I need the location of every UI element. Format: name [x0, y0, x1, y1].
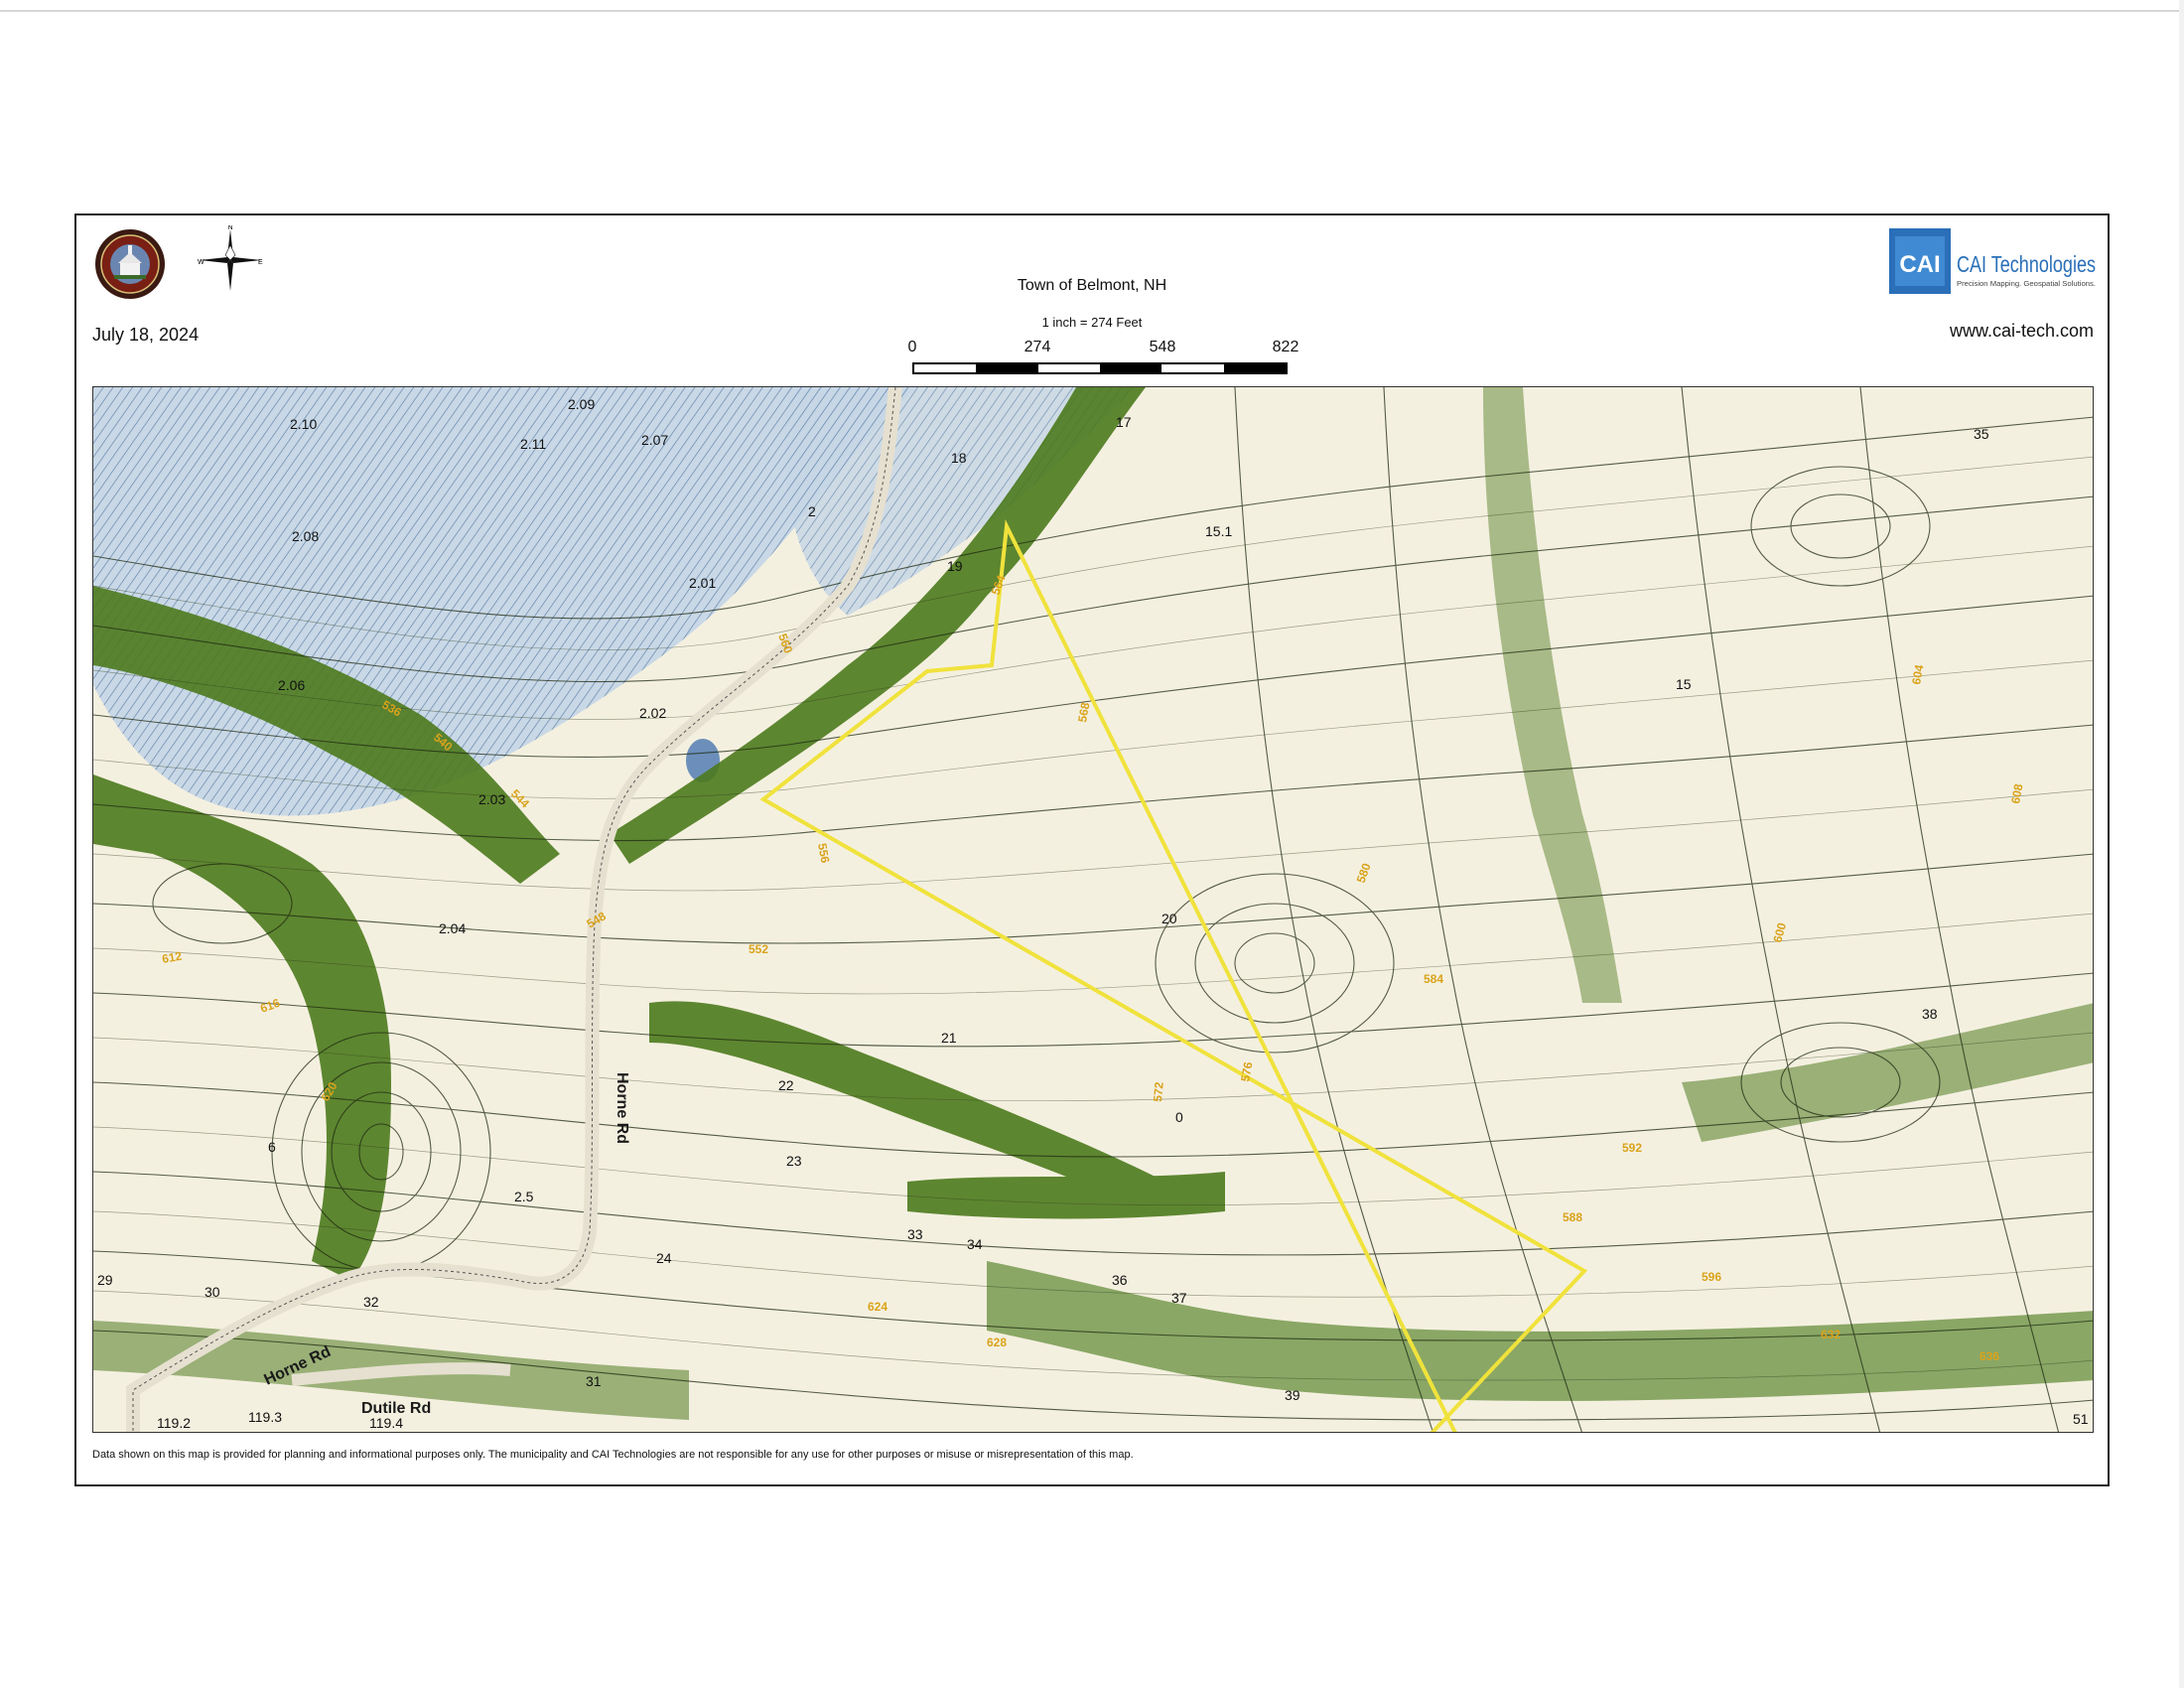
parcel-label: 24 [656, 1250, 672, 1266]
parcel-label: 2.02 [639, 705, 666, 721]
map-disclaimer: Data shown on this map is provided for p… [92, 1449, 1134, 1461]
logo-company-name: CAI Technologies [1957, 251, 2096, 277]
parcel-label: 2.10 [290, 416, 317, 432]
parcel-label: 2.09 [568, 396, 595, 412]
scale-label-2: 548 [1149, 339, 1176, 355]
contour-label: 628 [987, 1336, 1007, 1349]
scale-ratio: 1 inch = 274 Feet [1041, 315, 1143, 330]
contour-label: 592 [1622, 1141, 1642, 1155]
parcel-label: 51 [2073, 1411, 2089, 1427]
scale-bar: 0 274 548 822 [902, 339, 1298, 378]
map-sheet: N W E July 18, 2024 Town of Belmont, NH … [74, 213, 2110, 1486]
parcel-label: 2.07 [641, 432, 668, 448]
parcel-label: 32 [363, 1294, 379, 1310]
contour-label: 584 [1424, 972, 1443, 986]
parcel-label: 21 [941, 1030, 957, 1046]
contour-label: 636 [1979, 1349, 1999, 1363]
parcel-label: 119.2 [157, 1415, 191, 1431]
scan-right-edge [2179, 0, 2184, 1688]
parcel-label: 2.06 [278, 677, 305, 693]
parcel-label: 31 [586, 1373, 602, 1389]
contour-label: 588 [1563, 1210, 1582, 1224]
parcel-label: 29 [97, 1272, 113, 1288]
parcel-label: 119.4 [369, 1415, 403, 1431]
scale-label-3: 822 [1272, 339, 1299, 355]
road-label-horne-rd-north: Horne Rd [614, 1072, 630, 1144]
logo-badge-text: CAI [1899, 251, 1940, 278]
parcel-label: 22 [778, 1077, 794, 1093]
parcel-label: 34 [967, 1236, 983, 1252]
parcel-label: 30 [205, 1284, 220, 1300]
logo-tagline: Precision Mapping. Geospatial Solutions. [1957, 281, 2096, 288]
topographic-map[interactable]: Horne Rd Horne Rd Dutile Rd 2.10 2.09 2.… [92, 386, 2094, 1433]
map-canvas: Horne Rd Horne Rd Dutile Rd 2.10 2.09 2.… [93, 387, 2093, 1432]
scale-label-1: 274 [1024, 339, 1051, 355]
parcel-label: 2.08 [292, 528, 319, 544]
parcel-label: 2 [808, 503, 816, 519]
compass-e: E [258, 259, 263, 266]
contour-label: 572 [1151, 1081, 1166, 1102]
compass-n: N [227, 225, 232, 231]
contour-label: 552 [749, 942, 768, 956]
parcel-label: 39 [1285, 1387, 1300, 1403]
parcel-label: 37 [1171, 1290, 1187, 1306]
scale-label-0: 0 [907, 339, 917, 355]
parcel-label: 19 [947, 558, 963, 574]
map-title: Town of Belmont, NH [1017, 277, 1167, 294]
parcel-label: 2.01 [689, 575, 716, 591]
scale-bar-segments [912, 362, 1288, 374]
parcel-label: 17 [1116, 414, 1132, 430]
parcel-label: 35 [1974, 426, 1989, 442]
parcel-label: 15 [1676, 676, 1692, 692]
parcel-label: 2.03 [478, 791, 505, 807]
compass-w: W [198, 259, 205, 266]
parcel-label: 36 [1112, 1272, 1128, 1288]
cai-technologies-logo: CAI CAI Technologies Precision Mapping. … [1889, 228, 2096, 294]
contour-label: 624 [868, 1300, 887, 1314]
parcel-label: 119.3 [248, 1409, 282, 1425]
parcel-label: 2.04 [439, 920, 466, 936]
contour-label: 596 [1702, 1270, 1721, 1284]
parcel-label: 20 [1161, 911, 1177, 926]
parcel-label: 2.5 [514, 1189, 534, 1204]
company-url: www.cai-tech.com [1949, 321, 2094, 341]
parcel-label: 18 [951, 450, 967, 466]
parcel-label: 6 [268, 1139, 276, 1155]
parcel-label: 0 [1175, 1109, 1183, 1125]
contour-label: 632 [1821, 1328, 1841, 1341]
parcel-label: 2.11 [520, 436, 546, 452]
parcel-label: 33 [907, 1226, 923, 1242]
parcel-label: 23 [786, 1153, 802, 1169]
parcel-label: 15.1 [1205, 523, 1232, 539]
scan-top-rule [0, 10, 2184, 12]
parcel-label: 38 [1922, 1006, 1938, 1022]
